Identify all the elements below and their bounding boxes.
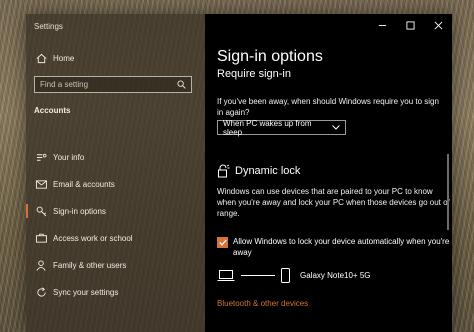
sidebar-item-label: Access work or school <box>53 233 133 243</box>
maximize-button[interactable] <box>396 14 424 36</box>
minimize-button[interactable] <box>368 14 396 36</box>
dynamic-lock-heading-row: Dynamic lock <box>217 164 300 178</box>
sidebar-item-label: Email & accounts <box>53 179 115 189</box>
scrollbar[interactable] <box>447 154 449 230</box>
chevron-down-icon <box>332 125 340 130</box>
laptop-icon <box>217 269 235 281</box>
people-icon <box>35 259 47 271</box>
close-button[interactable] <box>424 14 452 36</box>
dynamic-lock-heading: Dynamic lock <box>235 165 301 177</box>
sidebar-item-access-work-school[interactable]: Access work or school <box>26 227 205 249</box>
window-controls <box>368 14 452 36</box>
section-label-accounts: Accounts <box>34 106 71 115</box>
sidebar-item-email-accounts[interactable]: Email & accounts <box>26 173 205 195</box>
home-button[interactable]: Home <box>26 47 205 69</box>
search-box <box>34 76 192 93</box>
bluetooth-devices-link[interactable]: Bluetooth & other devices <box>217 299 308 308</box>
sidebar-item-your-info[interactable]: Your info <box>26 146 205 168</box>
key-icon <box>35 205 47 217</box>
paired-device-name: Galaxy Note10+ 5G <box>300 270 371 280</box>
home-label: Home <box>53 53 75 63</box>
search-input[interactable] <box>35 79 174 90</box>
page-title: Sign-in options <box>217 48 323 65</box>
person-card-icon <box>35 151 47 163</box>
require-signin-question: If you've been away, when should Windows… <box>217 97 439 117</box>
sidebar-item-sync-settings[interactable]: Sync your settings <box>26 281 205 303</box>
connection-line <box>241 274 275 276</box>
briefcase-icon <box>35 232 47 244</box>
search-icon[interactable] <box>174 78 188 92</box>
require-signin-dropdown[interactable]: When PC wakes up from sleep <box>217 118 346 137</box>
sidebar-item-sign-in-options[interactable]: Sign-in options <box>26 200 205 222</box>
sidebar-item-label: Family & other users <box>53 260 127 270</box>
window-title: Settings <box>34 22 63 31</box>
lock-icon <box>217 164 230 178</box>
sidebar: Settings Home Accounts Your info Email <box>26 14 205 332</box>
settings-window: Settings Home Accounts Your info Email <box>26 14 452 332</box>
dynamic-lock-checkbox-row: Allow Windows to lock your device automa… <box>217 236 452 258</box>
dynamic-lock-checkbox[interactable] <box>217 237 228 248</box>
sidebar-item-label: Your info <box>53 152 85 162</box>
sidebar-item-label: Sync your settings <box>53 287 119 297</box>
mail-icon <box>35 178 47 190</box>
main-panel: Sign-in options Require sign-in If you'v… <box>205 14 452 332</box>
sidebar-item-family-users[interactable]: Family & other users <box>26 254 205 276</box>
phone-icon <box>281 267 290 283</box>
require-signin-heading: Require sign-in <box>217 68 291 80</box>
dynamic-lock-checkbox-label: Allow Windows to lock your device automa… <box>233 237 450 257</box>
maximize-icon <box>405 20 415 30</box>
checkmark-icon <box>218 239 227 246</box>
sidebar-item-label: Sign-in options <box>53 206 106 216</box>
close-icon <box>434 21 442 29</box>
minimize-icon <box>378 24 386 26</box>
home-icon <box>35 52 47 64</box>
sync-icon <box>35 286 47 298</box>
paired-devices-row: Galaxy Note10+ 5G <box>217 267 452 283</box>
dynamic-lock-description: Windows can use devices that are paired … <box>217 187 450 218</box>
dropdown-value: When PC wakes up from sleep <box>223 118 312 137</box>
